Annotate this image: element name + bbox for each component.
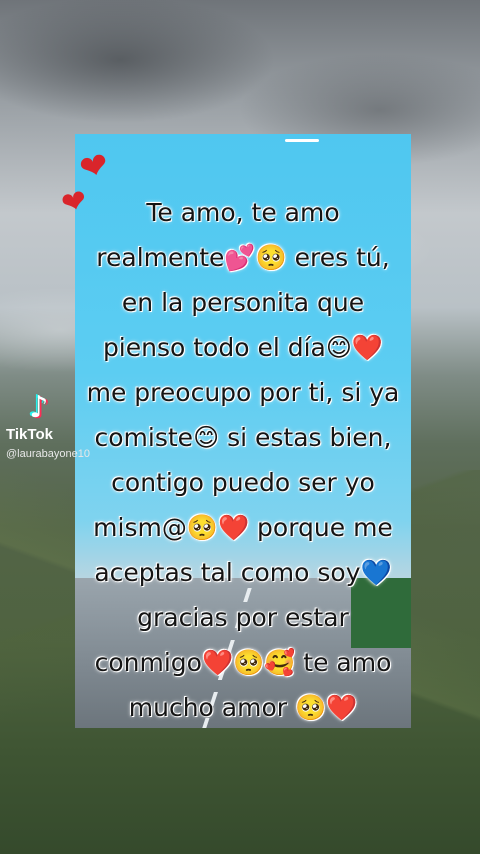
message-line: me preocupo por ti, si ya bbox=[86, 378, 400, 407]
tiktok-note-icon: ♪ bbox=[29, 390, 49, 425]
message-line: mucho amor 🥺❤️ bbox=[128, 693, 358, 722]
message-line: en la personita que bbox=[121, 288, 365, 317]
tiktok-brand: TikTok bbox=[6, 426, 53, 443]
message-line: aceptas tal como soy💙 bbox=[94, 558, 392, 587]
message-line: realmente💕🥺 eres tú, bbox=[96, 243, 390, 272]
message-line: pienso todo el día😊❤️ bbox=[102, 333, 384, 362]
scroll-indicator bbox=[285, 139, 319, 142]
message-line: mism@🥺❤️ porque me bbox=[93, 513, 393, 542]
message-line: gracias por estar bbox=[137, 603, 349, 632]
message-line: contigo puedo ser yo bbox=[111, 468, 375, 497]
message-line: Te amo, te amo bbox=[146, 198, 340, 227]
message-line: comiste😊 si estas bien, bbox=[94, 423, 392, 452]
tiktok-username[interactable]: @laurabayone10 bbox=[6, 448, 90, 460]
love-message: Te amo, te amo realmente💕🥺 eres tú, en l… bbox=[75, 190, 411, 730]
message-line: conmigo❤️🥺🥰 te amo bbox=[94, 648, 392, 677]
